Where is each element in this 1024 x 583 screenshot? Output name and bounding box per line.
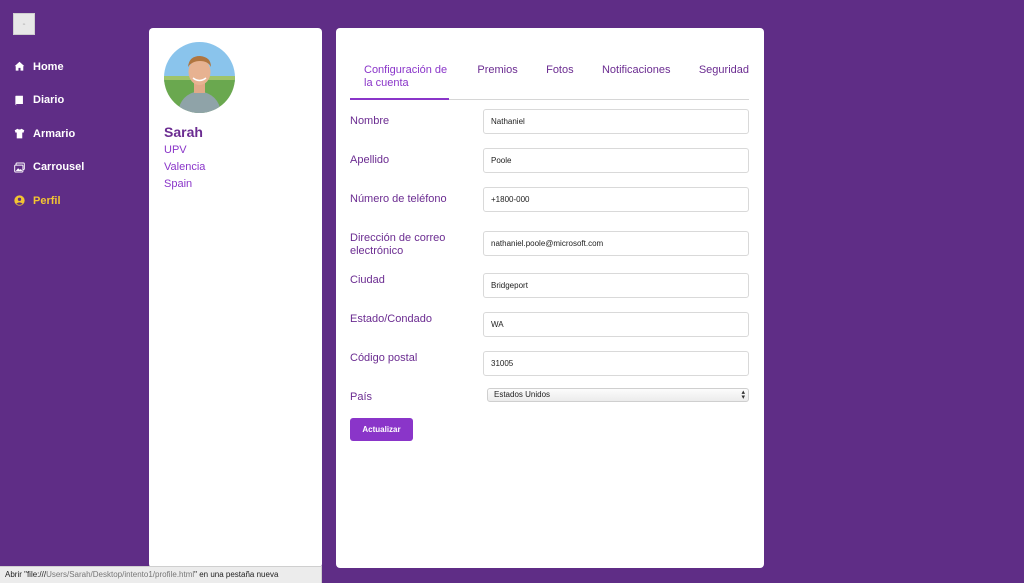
tab-bar: Configuración de la cuenta Premios Fotos… [350, 62, 749, 100]
profile-name: Sarah [164, 124, 203, 140]
postal-code-label: Código postal [350, 352, 418, 364]
account-settings-card: Configuración de la cuenta Premios Fotos… [336, 28, 764, 568]
sidebar-item-label: Armario [33, 127, 76, 140]
sidebar-item-armario[interactable]: Armario [0, 117, 140, 151]
sidebar-item-label: Diario [33, 94, 65, 107]
phone-label: Número de teléfono [350, 193, 447, 205]
tab-photos[interactable]: Fotos [546, 62, 574, 100]
phone-field[interactable] [483, 187, 749, 212]
profile-university: UPV [164, 144, 187, 156]
tab-notifications[interactable]: Notificaciones [602, 62, 670, 100]
city-field[interactable] [483, 273, 749, 298]
sidebar: Home Diario Armario Carrousel Perfil [0, 50, 140, 218]
select-arrows-icon: ▴ ▾ [741, 389, 745, 401]
sidebar-item-diario[interactable]: Diario [0, 84, 140, 118]
tab-account-settings[interactable]: Configuración de la cuenta [350, 62, 449, 100]
sidebar-item-label: Carrousel [33, 161, 85, 174]
book-icon [13, 94, 25, 106]
state-field[interactable] [483, 312, 749, 337]
last-name-label: Apellido [350, 154, 390, 166]
country-select-value: Estados Unidos [494, 390, 551, 399]
postal-code-field[interactable] [483, 351, 749, 376]
first-name-field[interactable] [483, 109, 749, 134]
sidebar-item-perfil[interactable]: Perfil [0, 184, 140, 218]
app-logo[interactable]: m [13, 13, 35, 35]
country-label: País [350, 391, 373, 403]
email-field[interactable] [483, 231, 749, 256]
sidebar-item-home[interactable]: Home [0, 50, 140, 84]
logo-text: m [22, 22, 26, 26]
sidebar-item-label: Home [33, 60, 64, 73]
first-name-label: Nombre [350, 115, 390, 127]
status-scheme: file:/// [26, 570, 47, 579]
status-suffix: " en una pestaña nueva [194, 570, 279, 579]
home-icon [13, 61, 25, 73]
state-label: Estado/Condado [350, 313, 432, 325]
tab-security[interactable]: Seguridad [699, 62, 749, 100]
sidebar-item-carrousel[interactable]: Carrousel [0, 151, 140, 185]
images-icon [13, 161, 25, 173]
tab-awards[interactable]: Premios [477, 62, 517, 100]
email-label: Dirección de correo electrónico [350, 232, 446, 257]
avatar [164, 42, 235, 113]
update-button[interactable]: Actualizar [350, 418, 413, 441]
profile-country: Spain [164, 178, 193, 190]
sidebar-item-label: Perfil [33, 194, 61, 207]
shirt-icon [13, 128, 25, 140]
country-select[interactable]: Estados Unidos ▴ ▾ [487, 388, 749, 402]
status-prefix: Abrir " [5, 570, 27, 579]
user-circle-icon [13, 195, 25, 207]
profile-city: Valencia [164, 161, 206, 173]
profile-card: Sarah UPV Valencia Spain [149, 28, 322, 568]
last-name-field[interactable] [483, 148, 749, 173]
status-path: Users/Sarah/Desktop/intento1/profile.htm… [46, 570, 195, 579]
status-bar: Abrir "file:///Users/Sarah/Desktop/inten… [0, 566, 322, 583]
city-label: Ciudad [350, 274, 385, 286]
